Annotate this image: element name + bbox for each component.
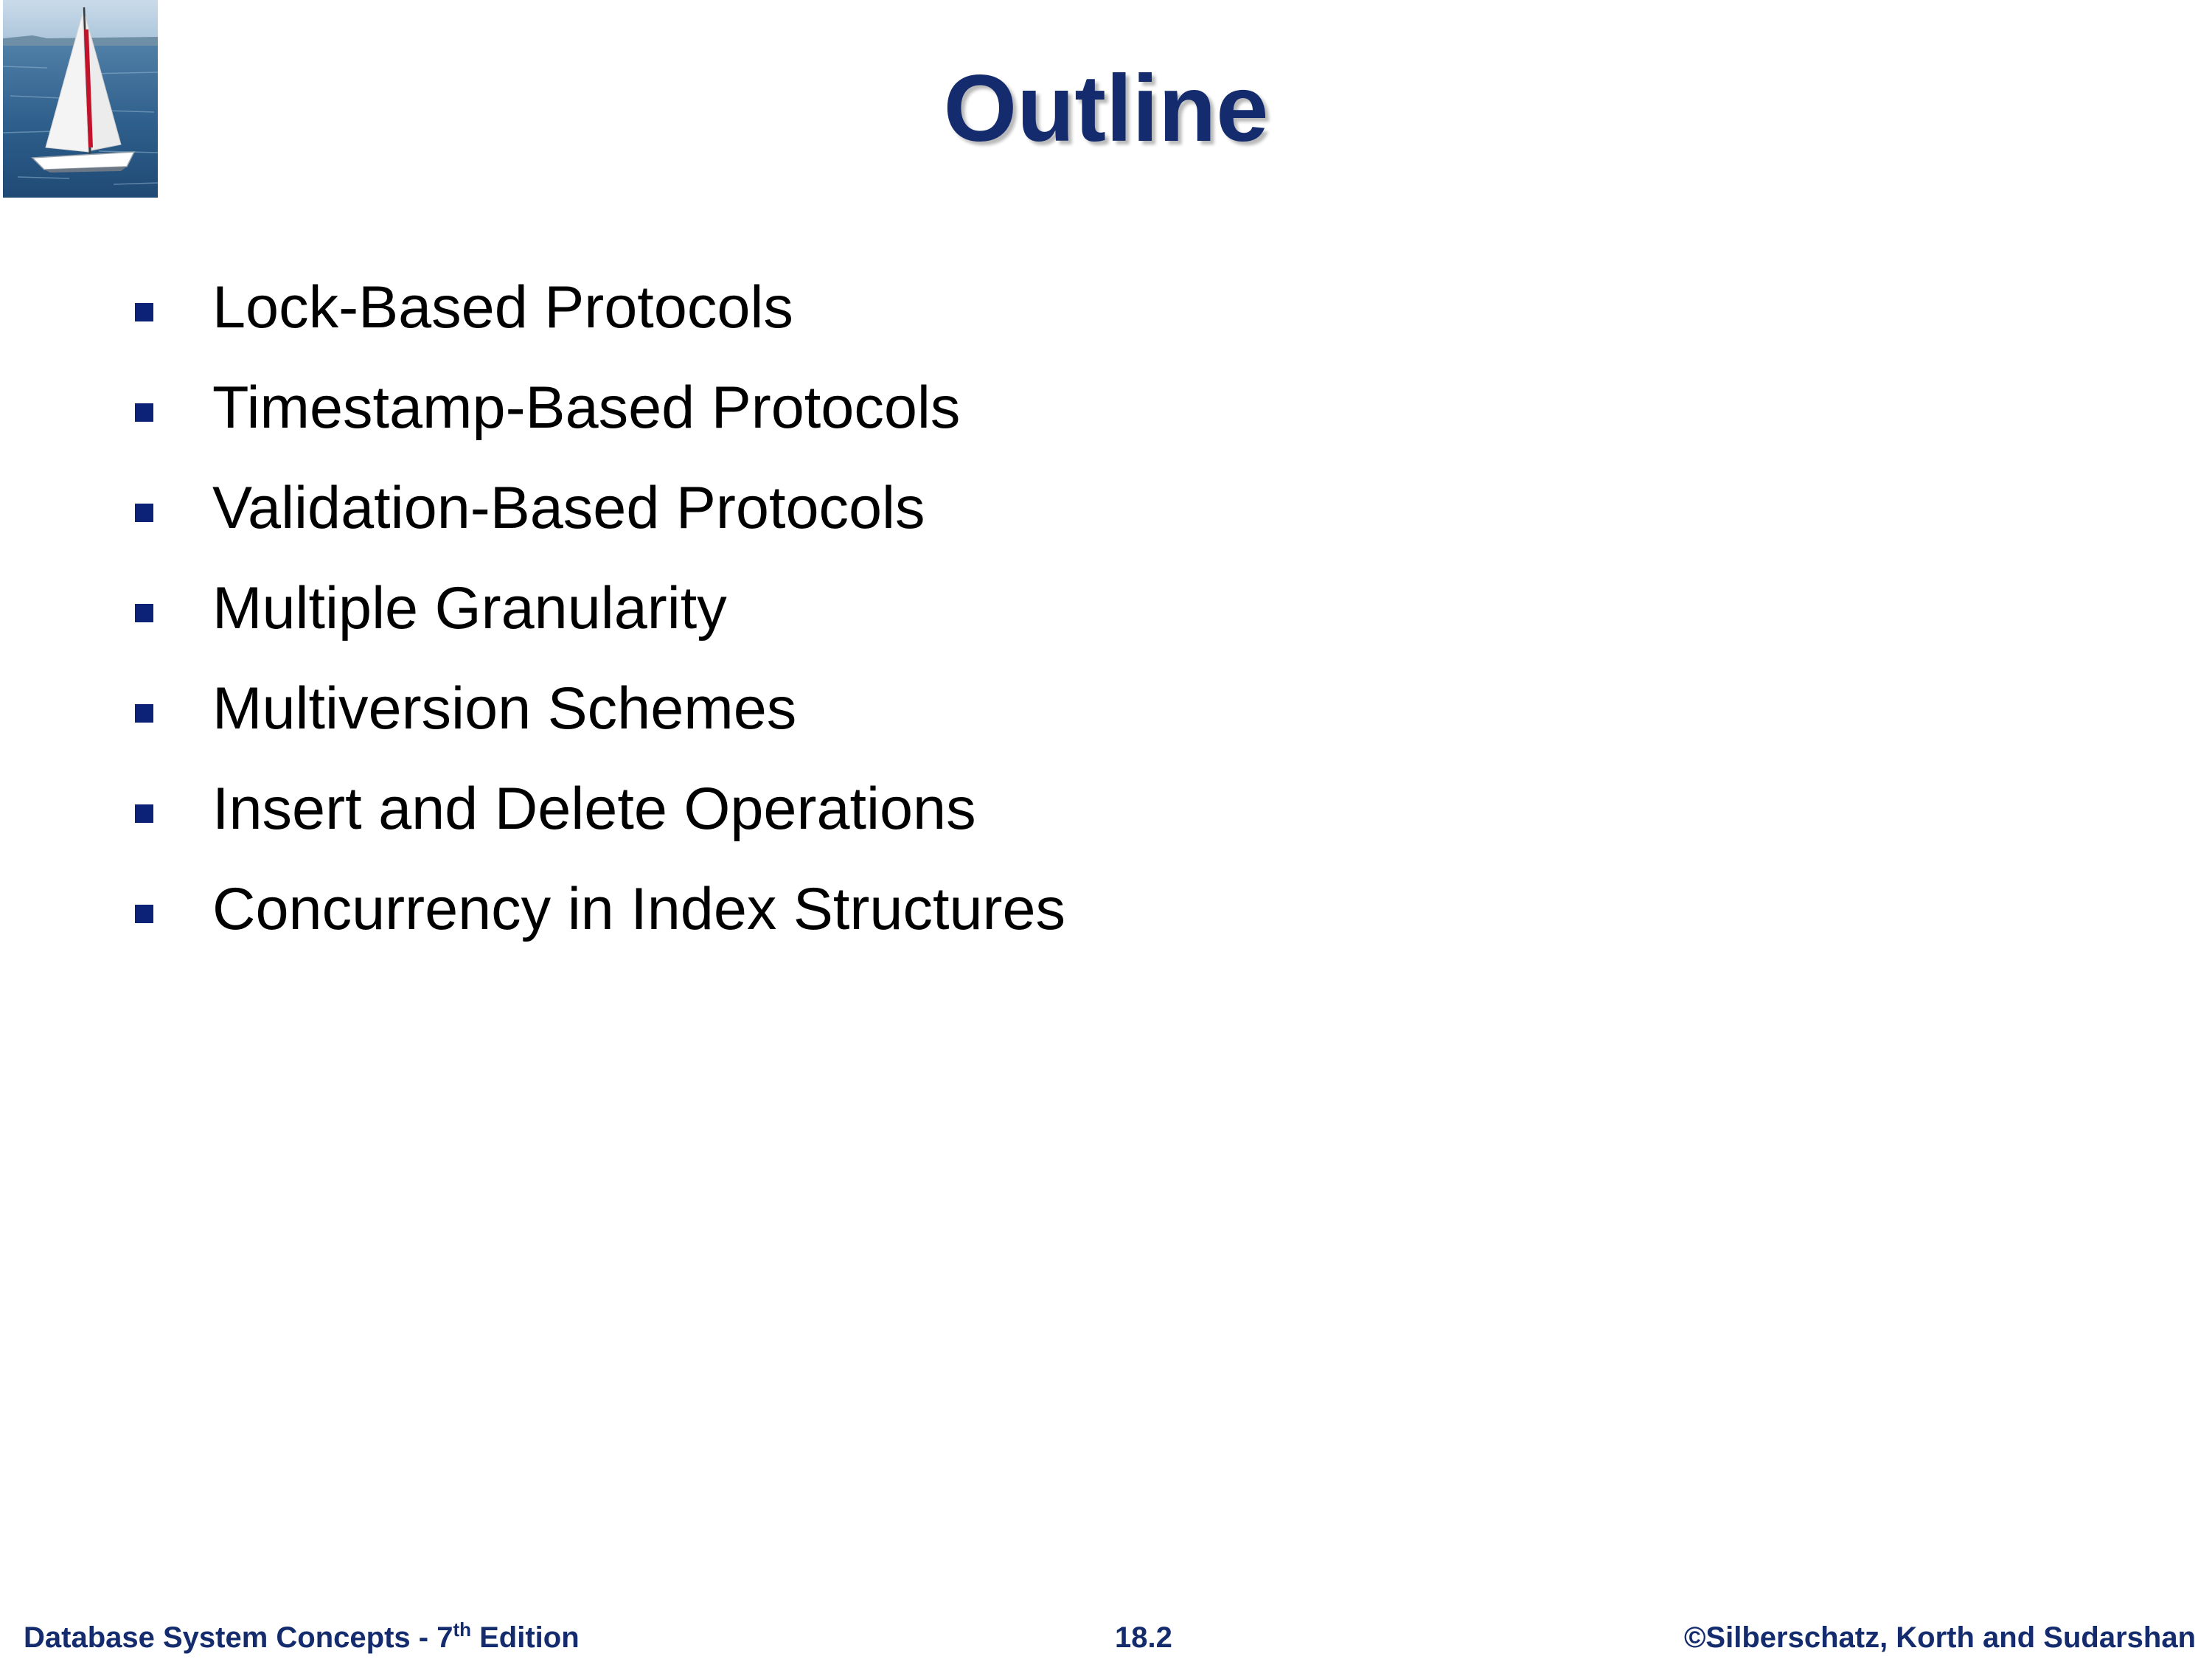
square-bullet-icon xyxy=(135,303,153,321)
footer-edition-superscript: th xyxy=(453,1618,471,1641)
square-bullet-icon xyxy=(135,804,153,823)
square-bullet-icon xyxy=(135,905,153,923)
square-bullet-icon xyxy=(135,504,153,522)
slide-title: Outline xyxy=(943,56,1269,161)
list-item-text: Concurrency in Index Structures xyxy=(212,876,1066,942)
list-item-text: Timestamp-Based Protocols xyxy=(212,375,961,441)
square-bullet-icon xyxy=(135,403,153,422)
square-bullet-icon xyxy=(135,604,153,622)
square-bullet-icon xyxy=(135,704,153,723)
footer-book-title-text: Database System Concepts - 7 xyxy=(24,1621,453,1654)
list-item-text: Validation-Based Protocols xyxy=(212,475,925,541)
list-item-text: Insert and Delete Operations xyxy=(212,776,976,842)
footer-copyright: ©Silberschatz, Korth and Sudarshan xyxy=(1683,1621,2196,1654)
footer-book-title: Database System Concepts - 7th Edition xyxy=(24,1619,580,1656)
footer-edition-word: Edition xyxy=(471,1621,580,1654)
list-item-text: Lock-Based Protocols xyxy=(212,274,793,341)
list-item-text: Multiple Granularity xyxy=(212,575,727,641)
footer-page-number: 18.2 xyxy=(1115,1621,1172,1654)
list-item-text: Multiversion Schemes xyxy=(212,675,797,742)
